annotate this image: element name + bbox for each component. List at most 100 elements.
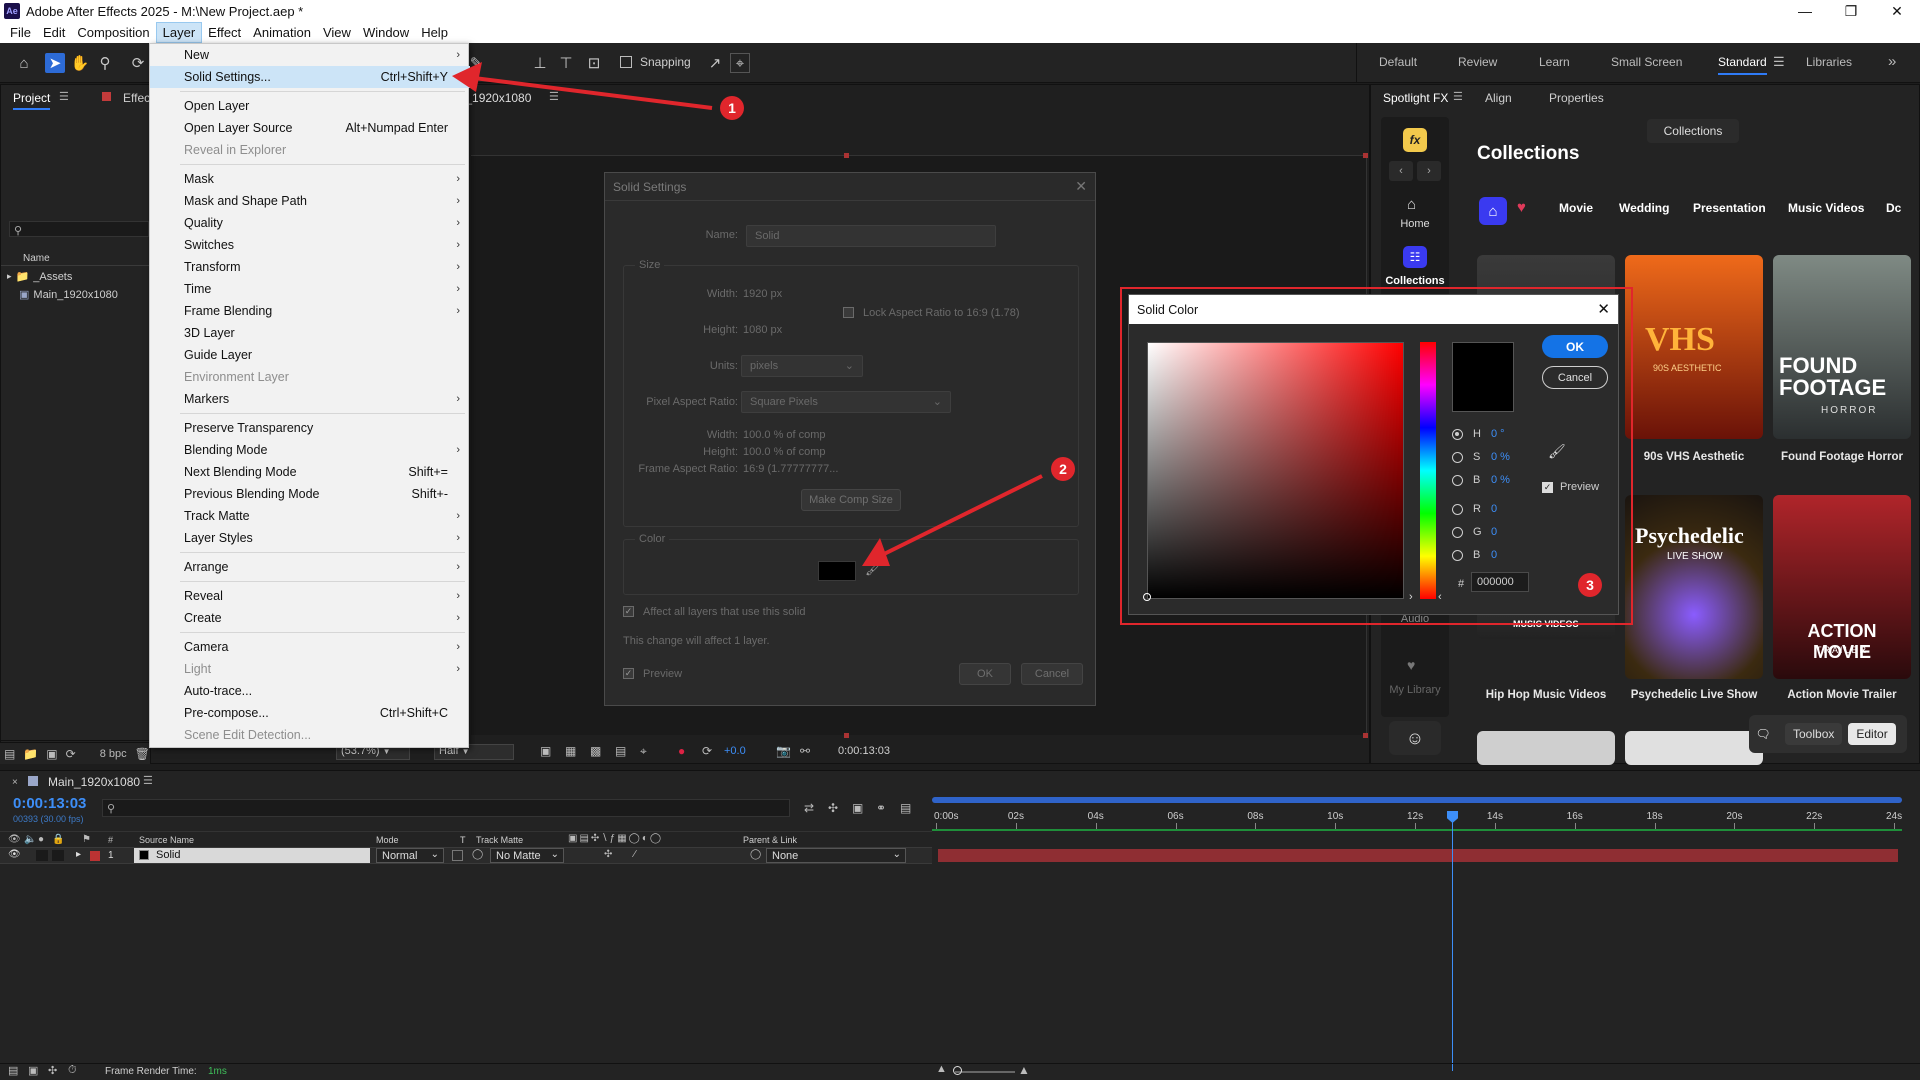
graph-editor-icon[interactable]: ▤ (900, 801, 911, 815)
s-radio[interactable] (1452, 452, 1463, 463)
layer-menu-item[interactable]: Layer Styles › (150, 527, 470, 549)
layer-menu-item[interactable]: Auto-trace... (150, 680, 470, 702)
toggle-in-out-icon[interactable]: ✣ (48, 1064, 57, 1077)
close-tab-icon[interactable]: × (12, 777, 18, 788)
workspace-libraries[interactable]: Libraries (1806, 55, 1852, 69)
timeline-search-input[interactable]: ⚲ (102, 799, 790, 817)
ok-button[interactable]: OK (1542, 335, 1608, 358)
width-value[interactable]: 1920 px (743, 288, 782, 300)
color-field[interactable] (1147, 342, 1404, 599)
layer-menu-item[interactable]: Markers › (150, 388, 470, 410)
timeline-timecode[interactable]: 0:00:13:03 (13, 795, 86, 812)
toolbox-button[interactable]: Toolbox (1785, 723, 1843, 745)
toggle-modes-icon[interactable]: ▣ (28, 1064, 38, 1077)
timeline-zoom-handle[interactable] (953, 1066, 962, 1075)
card-title[interactable]: Action Movie Trailer (1773, 689, 1911, 701)
hex-input[interactable]: 000000 (1471, 572, 1529, 592)
layer-menu-item[interactable]: Time › (150, 278, 470, 300)
workspace-small-screen[interactable]: Small Screen (1611, 55, 1682, 69)
comp-mini-flowchart-icon[interactable]: ⇄ (804, 801, 814, 815)
layer-menu-item[interactable]: Quality › (150, 212, 470, 234)
show-snapshot-icon[interactable]: ⚯ (800, 744, 810, 758)
card-title[interactable]: Found Footage Horror (1773, 451, 1911, 463)
layer-menu-item[interactable]: Camera › (150, 636, 470, 658)
category-presentation[interactable]: Presentation (1693, 201, 1766, 215)
h-radio[interactable] (1452, 429, 1463, 440)
guides-icon[interactable]: ⌖ (640, 744, 647, 759)
collection-card-psychedelic[interactable]: Psychedelic LIVE SHOW (1625, 495, 1763, 679)
collection-card-found-footage[interactable]: FOUND FOOTAGE HORROR (1773, 255, 1911, 439)
layer-menu-item[interactable]: Switches › (150, 234, 470, 256)
category-home-icon[interactable]: ⌂ (1479, 197, 1507, 225)
reset-exposure-icon[interactable]: ⟳ (702, 744, 712, 758)
b-radio[interactable] (1452, 475, 1463, 486)
collections-icon[interactable]: ☷ (1403, 246, 1427, 268)
blue-radio[interactable] (1452, 550, 1463, 561)
hue-slider[interactable] (1420, 342, 1436, 599)
nav-my-library-label[interactable]: My Library (1381, 684, 1449, 696)
r-value[interactable]: 0 (1491, 503, 1497, 515)
frame-blending-icon[interactable]: ⚭ (876, 801, 886, 815)
h-value[interactable]: 0 ° (1491, 428, 1505, 440)
back-icon[interactable]: ‹ (1389, 161, 1413, 181)
snap-edges-icon[interactable]: ↗ (705, 53, 725, 73)
layer-menu-item[interactable]: Frame Blending › (150, 300, 470, 322)
viewer-timecode[interactable]: 0:00:13:03 (838, 745, 890, 757)
playhead-line[interactable] (1452, 811, 1453, 1071)
s-value[interactable]: 0 % (1491, 451, 1510, 463)
zoom-in-icon[interactable]: ▲ (1018, 1063, 1030, 1077)
layer-menu-item[interactable]: New › (150, 44, 470, 66)
timeline-zoom-slider[interactable] (955, 1071, 1015, 1073)
layer-menu-item[interactable]: Preserve Transparency (150, 417, 470, 439)
eyedropper-icon[interactable]: 🖌 (865, 561, 882, 577)
more-workspaces-icon[interactable]: » (1888, 53, 1896, 70)
axis-view-icon[interactable]: ⊡ (584, 53, 604, 73)
editor-button[interactable]: Editor (1848, 723, 1896, 745)
tab-properties[interactable]: Properties (1549, 91, 1604, 105)
axis-world-icon[interactable]: ⊤ (556, 53, 576, 73)
preview-checkbox[interactable]: ✓ (1542, 482, 1553, 493)
layer-menu-item[interactable]: Open Layer (150, 95, 470, 117)
category-music-videos[interactable]: Music Videos (1788, 201, 1864, 215)
eyedropper-icon[interactable]: 🖌 (1548, 443, 1566, 460)
cancel-button[interactable]: Cancel (1542, 366, 1608, 389)
card-title[interactable]: 90s VHS Aesthetic (1625, 451, 1763, 463)
layer-menu-item[interactable]: Mask › (150, 168, 470, 190)
layer-menu-item[interactable]: Solid Settings... Ctrl+Shift+Y (150, 66, 470, 88)
user-avatar-icon[interactable]: ☺ (1389, 721, 1441, 755)
collection-card-partial[interactable] (1625, 731, 1763, 765)
matte-link-icon[interactable]: ◯ (472, 849, 483, 860)
layer-row[interactable]: 👁 ▸ 1 Solid Normal ⌄ ◯ No Matte ⌄ ✣ ∕ ◯ … (0, 847, 932, 864)
project-item-main-comp[interactable]: ▣ Main_1920x1080 (19, 288, 118, 302)
preserve-transparency-toggle[interactable] (452, 850, 463, 861)
eye-icon[interactable]: 👁 (8, 849, 21, 860)
forward-icon[interactable]: › (1417, 161, 1441, 181)
menu-layer[interactable]: Layer (155, 22, 203, 43)
par-dropdown[interactable]: Square Pixels ⌄ (741, 391, 951, 413)
project-search-input[interactable]: ⚲ (9, 221, 149, 237)
restore-icon[interactable]: ❐ (1828, 0, 1874, 22)
b-value[interactable]: 0 % (1491, 474, 1510, 486)
heart-icon[interactable]: ♥ (1407, 657, 1415, 673)
layer-menu-item[interactable]: Guide Layer (150, 344, 470, 366)
transparency-grid-icon[interactable]: ▦ (565, 744, 576, 758)
exposure-value[interactable]: +0.0 (724, 745, 746, 757)
panel-menu-icon[interactable]: ☰ (143, 774, 153, 787)
snapshot-icon[interactable]: 📷 (776, 744, 791, 758)
lock-aspect-checkbox[interactable] (843, 307, 854, 318)
close-icon[interactable]: ✕ (1597, 300, 1610, 318)
channel-icon[interactable]: ● (678, 744, 685, 758)
layer-menu-item[interactable]: Transform › (150, 256, 470, 278)
affect-all-checkbox[interactable]: ✓ (623, 606, 634, 617)
parent-dropdown[interactable]: None ⌄ (766, 848, 906, 863)
hue-slider-left-arrow[interactable]: › (1409, 591, 1413, 603)
layer-menu-item[interactable]: Next Blending Mode Shift+= (150, 461, 470, 483)
track-matte-dropdown[interactable]: No Matte ⌄ (490, 848, 564, 863)
zoom-tool-icon[interactable]: ⚲ (95, 53, 115, 73)
card-title[interactable]: Hip Hop Music Videos (1477, 689, 1615, 701)
workspace-standard[interactable]: Standard (1718, 55, 1767, 75)
grid-guides-icon[interactable]: ▤ (615, 744, 626, 758)
tab-spotlight-fx[interactable]: Spotlight FX (1383, 91, 1448, 105)
draft-3d-icon[interactable]: ✣ (828, 801, 838, 815)
shy-layers-icon[interactable]: ▣ (852, 801, 863, 815)
